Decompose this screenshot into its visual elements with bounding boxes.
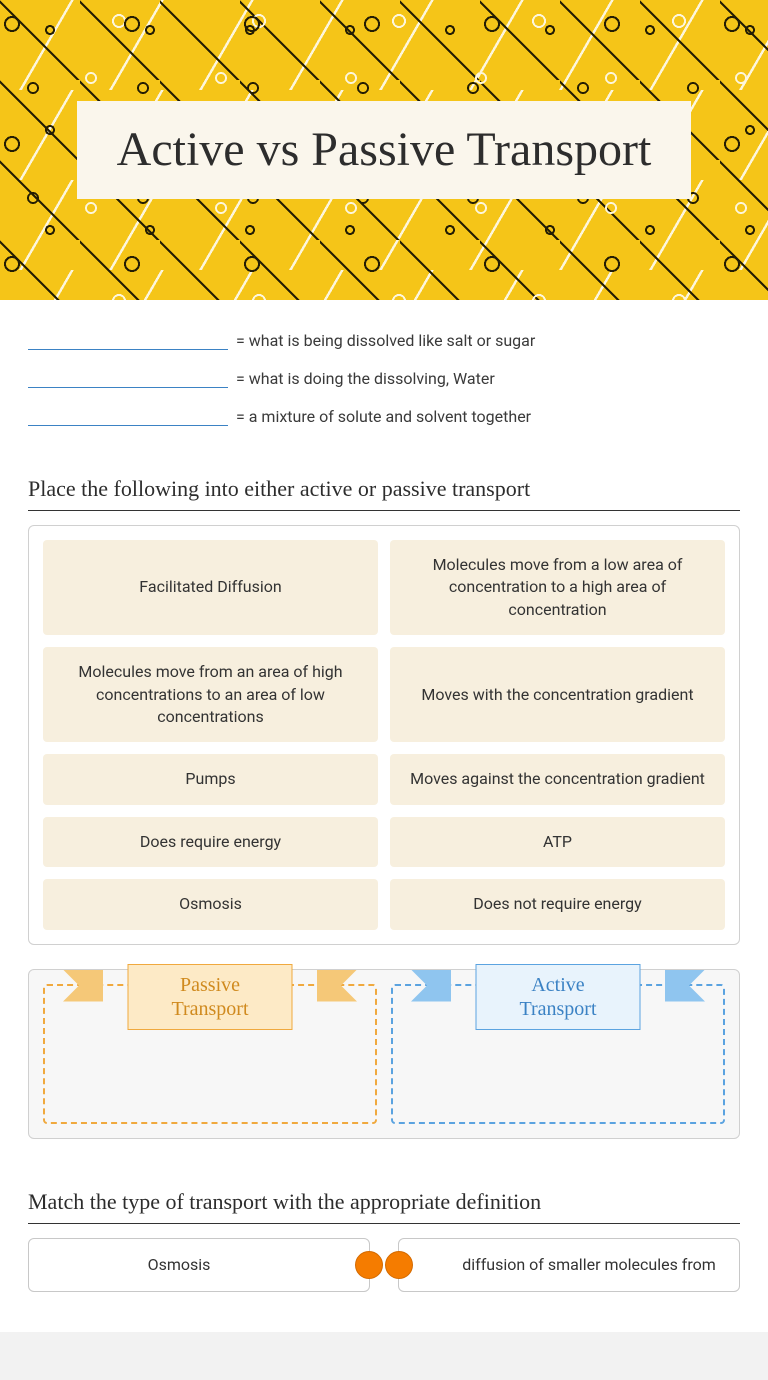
- definition-row: = what is being dissolved like salt or s…: [28, 330, 740, 350]
- match-definition-label: diffusion of smaller molecules from: [462, 1255, 716, 1276]
- definition-text: = what is doing the dissolving, Water: [236, 369, 495, 388]
- passive-zone-label: Passive Transport: [128, 964, 293, 1030]
- content-area: = what is being dissolved like salt or s…: [0, 300, 768, 1332]
- active-drop-zone[interactable]: Active Transport: [391, 984, 725, 1124]
- heading-rule: [28, 510, 740, 511]
- match-section-heading: Match the type of transport with the app…: [28, 1189, 740, 1215]
- ribbon-decoration: [63, 970, 103, 1002]
- passive-drop-zone[interactable]: Passive Transport: [43, 984, 377, 1124]
- match-row: Osmosis diffusion of smaller molecules f…: [28, 1238, 740, 1293]
- definition-row: = a mixture of solute and solvent togeth…: [28, 406, 740, 426]
- definition-row: = what is doing the dissolving, Water: [28, 368, 740, 388]
- definition-text: = what is being dissolved like salt or s…: [236, 331, 535, 350]
- sort-card[interactable]: Moves against the concentration gradient: [390, 754, 725, 804]
- sort-section-heading: Place the following into either active o…: [28, 476, 740, 502]
- ribbon-decoration: [665, 970, 705, 1002]
- sort-card[interactable]: Facilitated Diffusion: [43, 540, 378, 635]
- sort-card[interactable]: Osmosis: [43, 879, 378, 929]
- match-definition[interactable]: diffusion of smaller molecules from: [398, 1238, 740, 1293]
- sort-card[interactable]: Molecules move from an area of high conc…: [43, 647, 378, 742]
- sort-card[interactable]: ATP: [390, 817, 725, 867]
- sort-card[interactable]: Does not require energy: [390, 879, 725, 929]
- match-term[interactable]: Osmosis: [28, 1238, 370, 1293]
- page-title: Active vs Passive Transport: [117, 121, 652, 179]
- definition-text: = a mixture of solute and solvent togeth…: [236, 407, 531, 426]
- blank-input-line[interactable]: [28, 406, 228, 426]
- sort-card[interactable]: Does require energy: [43, 817, 378, 867]
- heading-rule: [28, 1223, 740, 1224]
- active-zone-label: Active Transport: [476, 964, 641, 1030]
- sort-card[interactable]: Molecules move from a low area of concen…: [390, 540, 725, 635]
- card-pool: Facilitated Diffusion Molecules move fro…: [28, 525, 740, 945]
- header-banner: Active vs Passive Transport: [0, 0, 768, 300]
- blank-input-line[interactable]: [28, 330, 228, 350]
- sort-card[interactable]: Pumps: [43, 754, 378, 804]
- ribbon-decoration: [317, 970, 357, 1002]
- sort-card[interactable]: Moves with the concentration gradient: [390, 647, 725, 742]
- match-connector-node[interactable]: [385, 1251, 413, 1279]
- blank-input-line[interactable]: [28, 368, 228, 388]
- ribbon-decoration: [411, 970, 451, 1002]
- match-connector-node[interactable]: [355, 1251, 383, 1279]
- title-box: Active vs Passive Transport: [77, 101, 692, 199]
- match-term-label: Osmosis: [148, 1255, 211, 1276]
- drop-zones-container: Passive Transport Active Transport: [28, 969, 740, 1139]
